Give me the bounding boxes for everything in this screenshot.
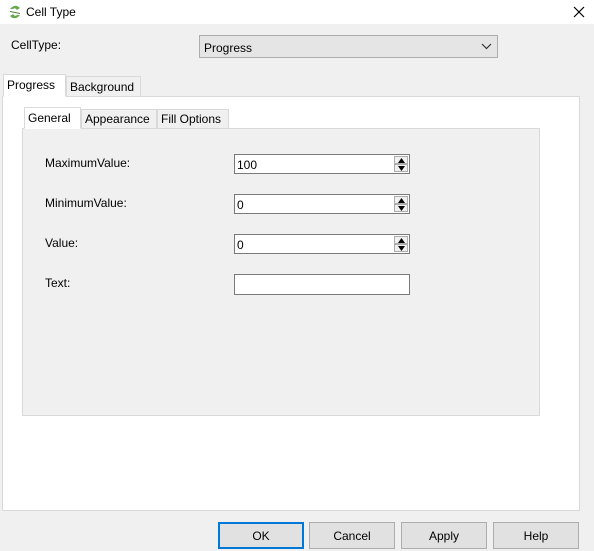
- maximum-value-label: MaximumValue:: [45, 156, 131, 170]
- maximum-value-input[interactable]: 100: [237, 158, 257, 172]
- tab-background[interactable]: Background: [66, 76, 141, 98]
- tab-progress[interactable]: Progress: [3, 74, 66, 97]
- text-input[interactable]: [234, 274, 410, 295]
- celltype-dropdown[interactable]: Progress: [199, 35, 498, 58]
- minimum-value-input[interactable]: 0: [237, 198, 244, 212]
- tab-general-label: General: [28, 111, 71, 125]
- value-label: Value:: [45, 236, 79, 250]
- ok-button-label: OK: [252, 528, 270, 543]
- arrow-up-icon: [398, 198, 405, 203]
- text-label: Text:: [45, 276, 71, 290]
- value-increment-button[interactable]: [394, 236, 408, 244]
- maximum-decrement-button[interactable]: [394, 164, 408, 172]
- title-bar: Cell Type: [0, 0, 594, 24]
- help-button[interactable]: Help: [493, 522, 579, 549]
- arrow-down-icon: [398, 206, 405, 211]
- ok-button[interactable]: OK: [218, 522, 304, 549]
- tab-appearance[interactable]: Appearance: [81, 109, 157, 129]
- arrow-down-icon: [398, 166, 405, 171]
- minimum-value-stepper[interactable]: 0: [234, 194, 410, 214]
- cancel-button-label: Cancel: [333, 528, 371, 543]
- arrow-up-icon: [398, 158, 405, 163]
- window-title: Cell Type: [26, 5, 76, 19]
- minimum-increment-button[interactable]: [394, 196, 408, 204]
- apply-button-label: Apply: [428, 528, 460, 543]
- tab-appearance-label: Appearance: [85, 112, 150, 126]
- minimum-decrement-button[interactable]: [394, 204, 408, 212]
- close-icon: [573, 6, 585, 18]
- value-input[interactable]: 0: [237, 238, 244, 252]
- celltype-selected-value: Progress: [204, 41, 253, 55]
- tab-background-label: Background: [70, 80, 135, 94]
- tab-progress-label: Progress: [7, 78, 56, 92]
- maximum-value-stepper[interactable]: 100: [234, 154, 410, 174]
- tab-fill-options-label: Fill Options: [161, 112, 222, 126]
- apply-button[interactable]: Apply: [401, 522, 487, 549]
- chevron-down-icon: [481, 43, 492, 50]
- help-button-label: Help: [523, 528, 549, 543]
- minimum-value-label: MinimumValue:: [45, 196, 127, 210]
- cancel-button[interactable]: Cancel: [309, 522, 395, 549]
- arrow-up-icon: [398, 238, 405, 243]
- tab-general[interactable]: General: [24, 107, 81, 129]
- maximum-increment-button[interactable]: [394, 156, 408, 164]
- app-logo-icon: [7, 4, 23, 20]
- value-decrement-button[interactable]: [394, 244, 408, 252]
- value-stepper[interactable]: 0: [234, 234, 410, 254]
- tab-fill-options[interactable]: Fill Options: [157, 109, 229, 129]
- close-button[interactable]: [564, 0, 594, 24]
- arrow-down-icon: [398, 246, 405, 251]
- celltype-label: CellType:: [11, 38, 62, 52]
